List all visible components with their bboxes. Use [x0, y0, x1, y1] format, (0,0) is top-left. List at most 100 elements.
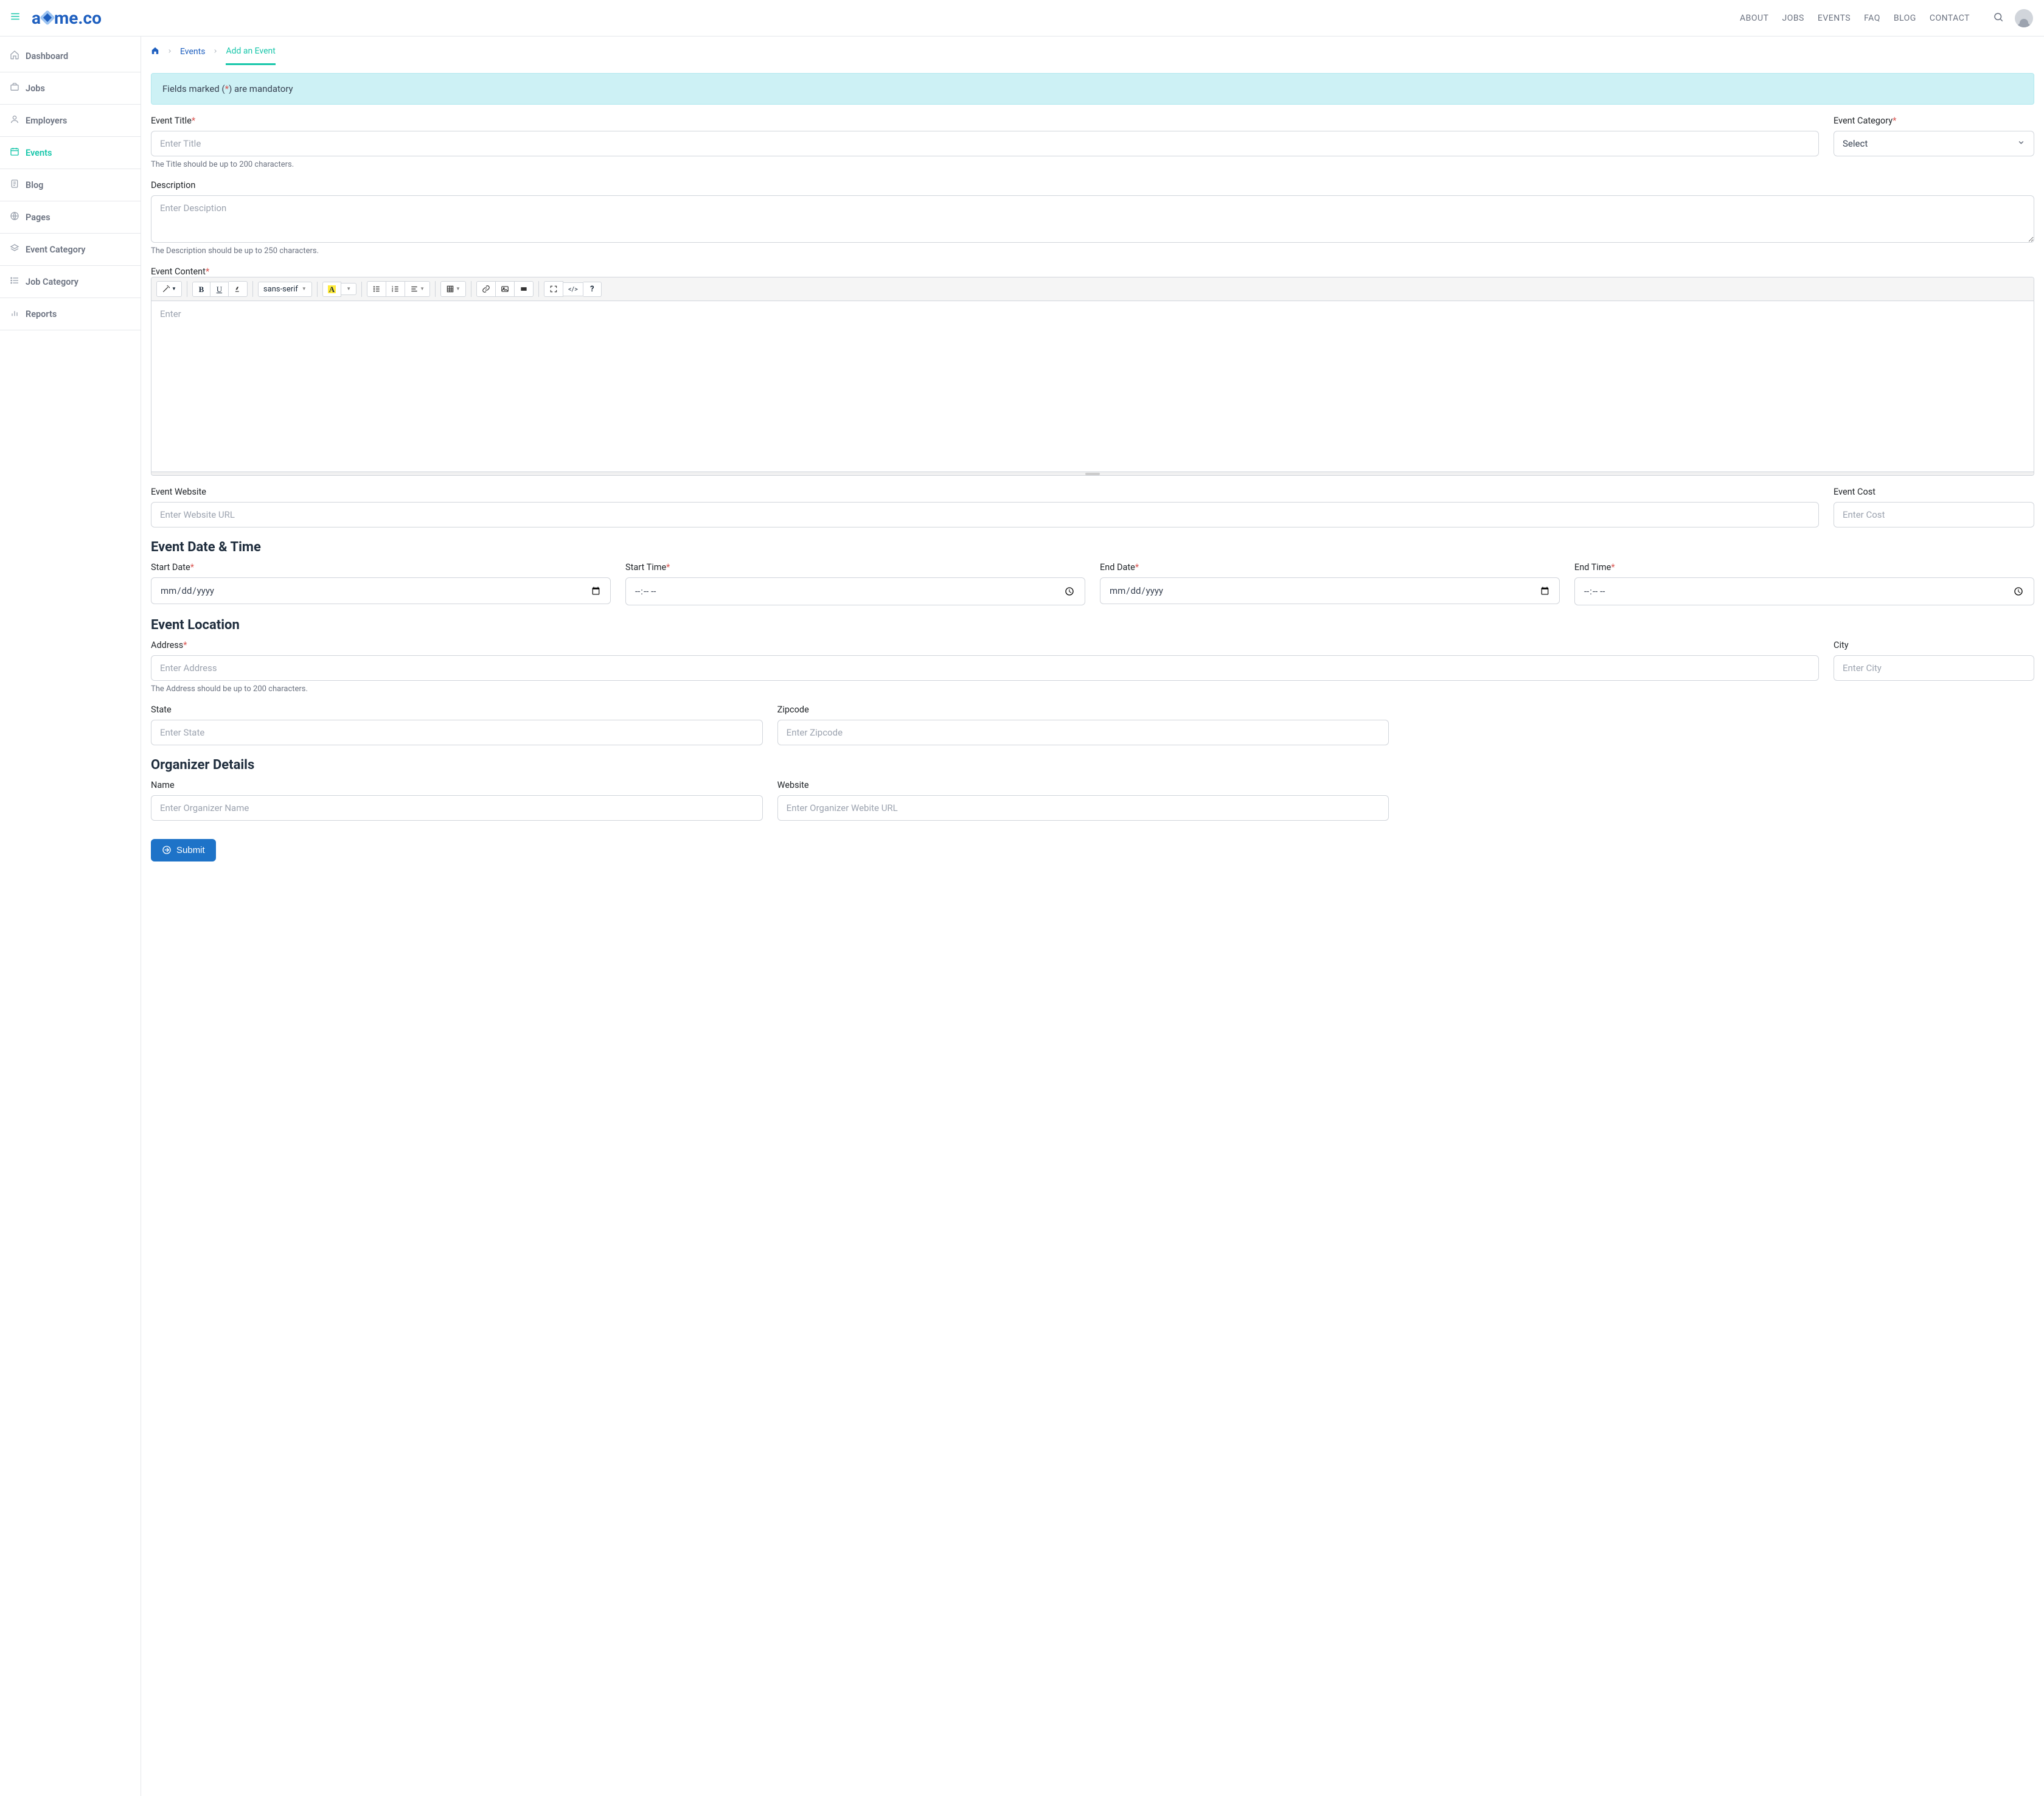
main-content: Events Add an Event Fields marked (*) ar… — [141, 37, 2044, 1796]
editor-image-button[interactable] — [496, 281, 515, 297]
sidebar-item-label: Reports — [26, 309, 57, 319]
editor-video-button[interactable] — [515, 281, 534, 297]
top-nav-faq[interactable]: FAQ — [1864, 13, 1880, 23]
editor-clear-button[interactable] — [229, 281, 248, 297]
sidebar-item-employers[interactable]: Employers — [0, 105, 141, 137]
sidebar-item-reports[interactable]: Reports — [0, 298, 141, 330]
bar-chart-icon — [10, 308, 19, 320]
organizer-website-input[interactable] — [777, 795, 1389, 821]
organizer-website-label: Website — [777, 780, 1389, 790]
event-cost-input[interactable] — [1834, 502, 2034, 527]
top-nav: ABOUT JOBS EVENTS FAQ BLOG CONTACT — [1740, 13, 1970, 23]
zipcode-input[interactable] — [777, 720, 1389, 745]
sidebar-item-label: Event Category — [26, 245, 85, 255]
editor-underline-button[interactable]: U — [210, 282, 229, 297]
sidebar-item-events[interactable]: Events — [0, 137, 141, 169]
editor-style-button[interactable]: ▼ — [156, 281, 182, 297]
user-icon — [10, 114, 19, 127]
sidebar-item-label: Employers — [26, 116, 67, 126]
top-nav-contact[interactable]: CONTACT — [1930, 13, 1970, 23]
search-icon[interactable] — [1993, 12, 2004, 25]
menu-toggle-icon[interactable] — [7, 9, 23, 27]
editor-font-family-select[interactable]: sans-serif▼ — [258, 282, 312, 297]
editor-resize-handle[interactable] — [151, 472, 2034, 475]
editor-bold-button[interactable]: B — [192, 282, 210, 297]
event-category-label: Event Category* — [1834, 116, 2034, 126]
logo[interactable]: a me.co — [32, 8, 102, 28]
editor-help-button[interactable]: ? — [583, 282, 602, 297]
start-time-label: Start Time* — [625, 562, 1085, 573]
zipcode-label: Zipcode — [777, 705, 1389, 715]
sidebar-item-label: Job Category — [26, 277, 78, 287]
description-label: Description — [151, 180, 2034, 190]
topbar: a me.co ABOUT JOBS EVENTS FAQ BLOG CONTA… — [0, 0, 2044, 37]
editor-font-color-dropdown[interactable]: ▼ — [341, 283, 356, 295]
rich-text-editor: ▼ B U sans-serif▼ A ▼ 123 ▼ — [151, 277, 2034, 476]
sidebar-item-jobs[interactable]: Jobs — [0, 72, 141, 105]
svg-text:3: 3 — [392, 290, 393, 293]
end-time-label: End Time* — [1574, 562, 2034, 573]
editor-code-button[interactable]: </> — [563, 282, 583, 296]
top-nav-about[interactable]: ABOUT — [1740, 13, 1768, 23]
address-input[interactable] — [151, 655, 1819, 681]
sidebar-item-label: Pages — [26, 212, 50, 223]
address-label: Address* — [151, 640, 1819, 650]
editor-link-button[interactable] — [476, 281, 496, 297]
start-date-input[interactable] — [151, 577, 611, 604]
event-category-select[interactable]: Select — [1834, 131, 2034, 156]
top-nav-events[interactable]: EVENTS — [1818, 13, 1851, 23]
top-nav-jobs[interactable]: JOBS — [1782, 13, 1804, 23]
top-nav-blog[interactable]: BLOG — [1894, 13, 1916, 23]
chevron-right-icon — [167, 47, 173, 57]
home-icon — [10, 50, 19, 62]
organizer-name-input[interactable] — [151, 795, 763, 821]
logo-text-prefix: a — [32, 8, 41, 28]
breadcrumb-home-icon[interactable] — [151, 46, 159, 57]
avatar[interactable] — [2015, 9, 2033, 27]
organizer-name-label: Name — [151, 780, 763, 790]
editor-ul-button[interactable] — [367, 281, 386, 297]
sidebar-item-pages[interactable]: Pages — [0, 201, 141, 234]
editor-ol-button[interactable]: 123 — [386, 281, 405, 297]
submit-label: Submit — [176, 845, 205, 855]
event-cost-label: Event Cost — [1834, 487, 2034, 497]
sidebar-item-event-category[interactable]: Event Category — [0, 234, 141, 266]
state-input[interactable] — [151, 720, 763, 745]
globe-icon — [10, 211, 19, 223]
description-textarea[interactable] — [151, 195, 2034, 243]
breadcrumb-events[interactable]: Events — [180, 47, 205, 57]
city-input[interactable] — [1834, 655, 2034, 681]
editor-fullscreen-button[interactable] — [544, 281, 563, 297]
submit-button[interactable]: Submit — [151, 839, 216, 861]
organizer-heading: Organizer Details — [151, 757, 2034, 773]
editor-font-color-button[interactable]: A — [322, 282, 341, 297]
start-time-input[interactable] — [625, 577, 1085, 605]
sidebar-item-blog[interactable]: Blog — [0, 169, 141, 201]
event-website-label: Event Website — [151, 487, 1819, 497]
sidebar-item-label: Events — [26, 148, 52, 158]
layers-icon — [10, 243, 19, 256]
event-website-input[interactable] — [151, 502, 1819, 527]
event-title-hint: The Title should be up to 200 characters… — [151, 160, 1819, 169]
document-icon — [10, 179, 19, 191]
top-right-tools — [1993, 9, 2033, 27]
start-date-label: Start Date* — [151, 562, 611, 573]
event-title-label: Event Title* — [151, 116, 1819, 126]
address-hint: The Address should be up to 200 characte… — [151, 684, 1819, 694]
end-time-input[interactable] — [1574, 577, 2034, 605]
sidebar-item-dashboard[interactable]: Dashboard — [0, 40, 141, 72]
sidebar-item-job-category[interactable]: Job Category — [0, 266, 141, 298]
mandatory-alert: Fields marked (*) are mandatory — [151, 73, 2034, 105]
location-heading: Event Location — [151, 618, 2034, 633]
event-title-input[interactable] — [151, 131, 1819, 156]
state-label: State — [151, 705, 763, 715]
breadcrumb-current: Add an Event — [226, 46, 275, 65]
editor-table-button[interactable]: ▼ — [440, 281, 466, 297]
sidebar-item-label: Dashboard — [26, 51, 68, 61]
logo-diamond-icon — [40, 10, 55, 25]
editor-paragraph-button[interactable]: ▼ — [405, 281, 430, 297]
datetime-heading: Event Date & Time — [151, 540, 2034, 555]
end-date-input[interactable] — [1100, 577, 1560, 604]
editor-content-area[interactable]: Enter — [151, 301, 2034, 472]
city-label: City — [1834, 640, 2034, 650]
